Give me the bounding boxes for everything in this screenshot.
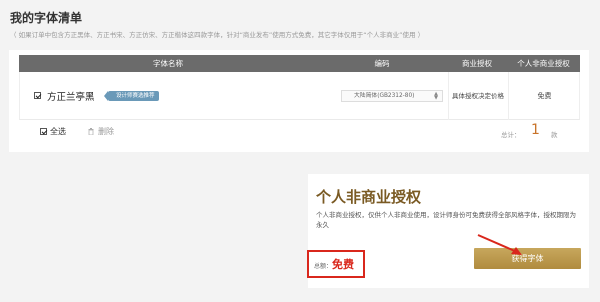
page-title: 我的字体清单 <box>10 11 83 25</box>
encoding-select[interactable]: 大陆简体(GB2312-80) ▲ ▼ <box>341 90 443 102</box>
total-label: 总计： <box>501 131 521 139</box>
header-personal-license: 个人非商业授权 <box>517 59 570 68</box>
delete-button[interactable]: 删除 <box>98 126 114 137</box>
row-checkbox[interactable] <box>34 92 41 99</box>
table-header: 字体名称 编码 商业授权 个人非商业授权 <box>19 55 580 72</box>
license-title: 个人非商业授权 <box>316 188 422 206</box>
select-arrows-icon: ▲ ▼ <box>434 91 438 101</box>
license-description: 个人非商业授权，仅供个人非商业使用，设计师身份可免费获得全部风格字体，授权期限为… <box>316 211 576 229</box>
header-business-license: 商业授权 <box>462 59 492 68</box>
license-summary-card: 个人非商业授权 个人非商业授权，仅供个人非商业使用，设计师身份可免费获得全部风格… <box>307 174 589 288</box>
select-all-checkbox[interactable] <box>40 128 47 135</box>
personal-license-cell: 免费 <box>537 92 552 100</box>
font-name[interactable]: 方正兰亭黑 <box>47 89 95 103</box>
select-all-label[interactable]: 全选 <box>50 126 66 137</box>
amount-value: 免费 <box>332 258 354 271</box>
amount-highlight: 总额： 免费 <box>307 250 365 278</box>
total-unit: 款 <box>551 131 558 139</box>
designer-tag: 设计师赛选推荐 <box>104 91 159 101</box>
table-row: 方正兰亭黑 设计师赛选推荐 大陆简体(GB2312-80) ▲ ▼ 具体授权决定价… <box>19 72 580 120</box>
encoding-value: 大陆简体(GB2312-80) <box>354 93 415 99</box>
business-license-cell: 具体授权决定价格 <box>452 92 504 100</box>
header-encoding: 编码 <box>374 59 390 68</box>
trash-icon[interactable] <box>88 128 94 135</box>
amount-label: 总额： <box>314 263 333 270</box>
header-font-name: 字体名称 <box>153 59 183 68</box>
font-list-card: 字体名称 编码 商业授权 个人非商业授权 方正兰亭黑 设计师赛选推荐 大陆简体(… <box>9 50 589 152</box>
page-note: （ 如果订单中包含方正黑体、方正书宋、方正仿宋、方正楷体这四款字体，针对“商业发… <box>10 31 425 39</box>
list-footer: 全选 删除 总计： 1 款 <box>19 120 580 144</box>
total-count: 1 <box>531 122 540 138</box>
arrow-icon <box>477 234 522 255</box>
